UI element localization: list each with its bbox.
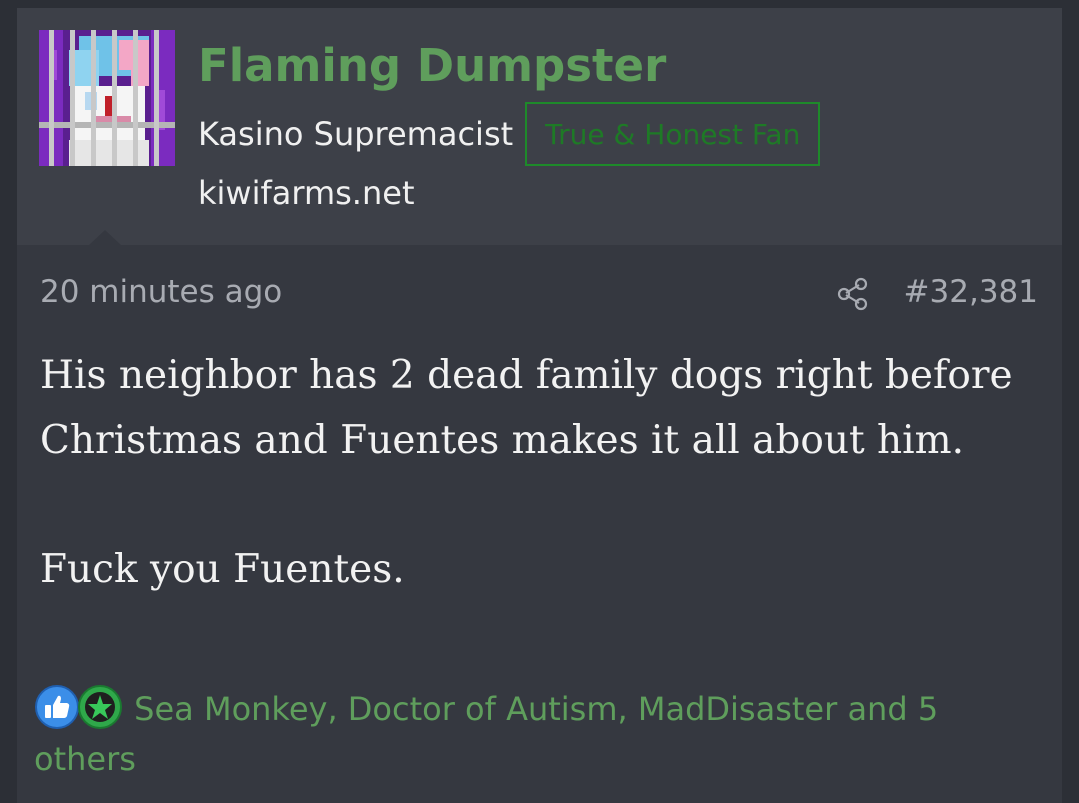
reaction-icons [34,684,124,730]
reactions-bar[interactable]: Sea Monkey, Doctor of Autism, MadDisaste… [34,684,1034,784]
post-timestamp[interactable]: 20 minutes ago [40,274,282,310]
green-star-icon [78,685,122,729]
user-site: kiwifarms.net [198,174,415,212]
reaction-users-link[interactable]: Sea Monkey, Doctor of Autism, MadDisaste… [34,690,938,778]
thumbs-up-icon [35,685,79,729]
user-banner: True & Honest Fan [525,102,821,166]
message-paragraph: Fuck you Fuentes. [40,546,405,592]
share-icon[interactable] [835,276,871,312]
user-header: Flaming Dumpster Kasino Supremacist True… [17,8,1062,245]
user-title-row: Kasino Supremacist True & Honest Fan [198,102,821,166]
share-icon-glyph [837,277,868,311]
user-title: Kasino Supremacist [198,115,514,153]
forum-post: Flaming Dumpster Kasino Supremacist True… [17,8,1062,803]
post-number[interactable]: #32,381 [904,274,1038,310]
header-pointer [89,230,121,245]
user-avatar[interactable] [39,30,175,166]
post-message: His neighbor has 2 dead family dogs righ… [40,344,1050,602]
message-spacer [40,473,1050,538]
message-paragraph: His neighbor has 2 dead family dogs righ… [40,353,1013,463]
username[interactable]: Flaming Dumpster [198,36,666,96]
avatar-image [39,30,175,166]
post-meta: 20 minutes ago #32,381 [40,270,1038,318]
